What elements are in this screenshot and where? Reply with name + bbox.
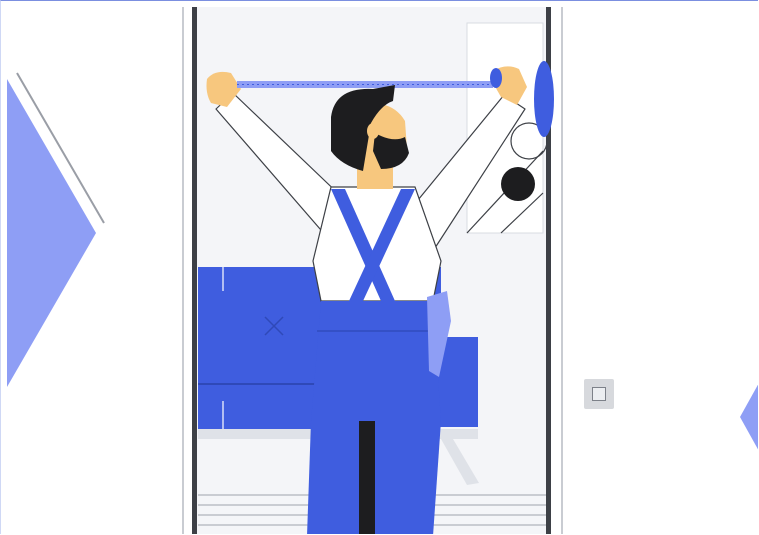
measuring-tape [237,81,493,88]
square-icon [592,387,606,401]
ear [367,123,379,139]
overalls-leg-gap [359,421,375,534]
frame-left-post [192,7,197,534]
tape-case [490,68,502,88]
illustration-canvas [7,7,758,534]
square-toggle-button[interactable] [584,379,614,409]
slide-viewport [0,0,758,534]
prev-slide-arrow-icon[interactable] [7,72,105,387]
next-slide-arrow-icon[interactable] [740,381,758,453]
